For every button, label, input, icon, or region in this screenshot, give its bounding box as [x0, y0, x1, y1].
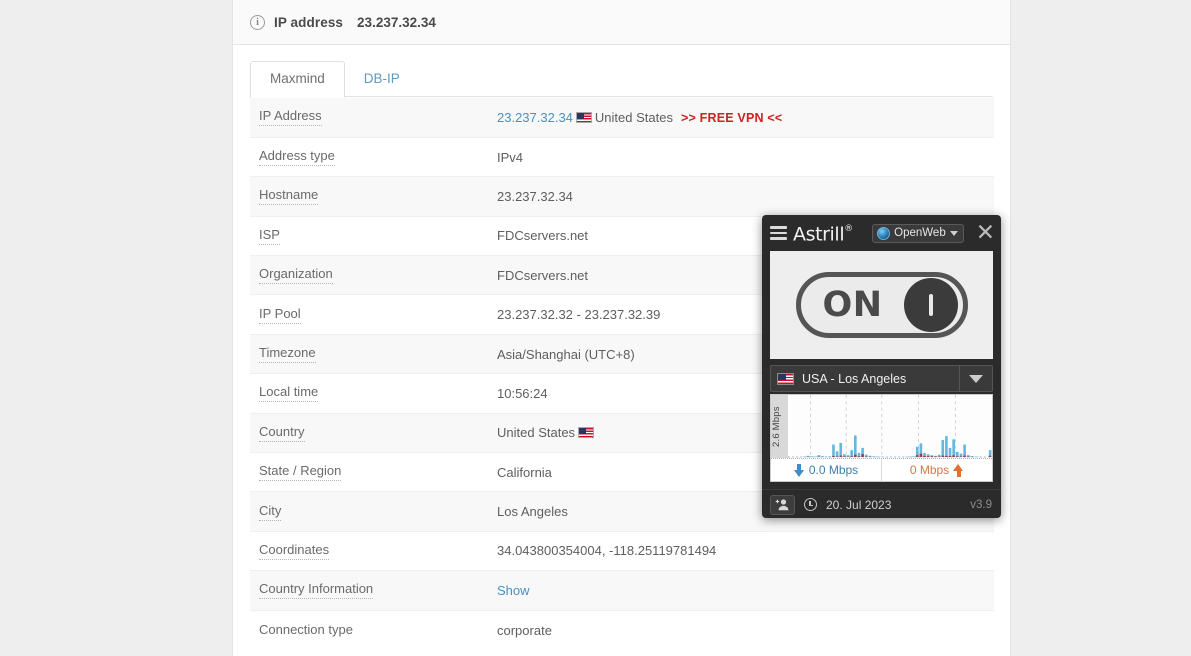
table-row: Address type IPv4	[250, 136, 994, 177]
label-city: City	[259, 503, 282, 521]
registered-mark: ®	[844, 223, 853, 234]
value-ip-country: United States	[594, 109, 673, 125]
row-label-cell: ISP	[250, 215, 488, 256]
us-flag-icon	[575, 111, 592, 123]
download-speed-cell: 0.0 Mbps	[771, 459, 881, 481]
table-row: Connection type corporate	[250, 609, 994, 650]
astrill-toggle-area: ON	[770, 251, 993, 359]
label-country: Country	[259, 424, 305, 442]
brand-text: Astrill	[793, 223, 845, 246]
chevron-down-icon	[969, 374, 983, 383]
label-local-time: Local time	[259, 384, 319, 403]
clock-icon	[804, 498, 817, 511]
throughput-graph: 2.6 Mbps 0.0 Mbps 0 Mbps	[770, 394, 993, 482]
close-icon[interactable]: ✕	[976, 222, 995, 245]
astrill-vpn-widget[interactable]: Astrill® OpenWeb ✕ ON USA - Los Angeles	[762, 215, 1001, 518]
row-value-cell: 23.237.32.34 United States >> FREE VPN <<	[488, 98, 994, 137]
label-organization: Organization	[259, 266, 333, 285]
value-country: United States	[497, 425, 576, 441]
tab-maxmind[interactable]: Maxmind	[250, 61, 345, 98]
us-flag-icon	[578, 427, 595, 439]
row-label-cell: IP Address	[250, 98, 488, 137]
label-timezone: Timezone	[259, 345, 316, 364]
row-label-cell: Timezone	[250, 333, 488, 374]
download-speed-label: 0.0 Mbps	[808, 463, 859, 477]
upload-speed-label: 0 Mbps	[909, 463, 950, 477]
tab-divider	[250, 96, 993, 97]
upload-arrow-icon	[953, 463, 964, 477]
vpn-toggle-label: ON	[822, 284, 883, 325]
label-address-type: Address type	[259, 148, 335, 167]
value-ip-address-link[interactable]: 23.237.32.34	[497, 110, 573, 125]
card-header: i IP address 23.237.32.34	[233, 0, 1010, 45]
download-arrow-icon	[793, 463, 805, 477]
graph-plot-row: 2.6 Mbps	[771, 395, 992, 458]
globe-icon	[877, 226, 891, 240]
graph-y-axis-label: 2.6 Mbps	[771, 395, 788, 458]
table-row: IP Address 23.237.32.34 United States >> F…	[250, 98, 994, 138]
row-label-cell: Organization	[250, 255, 488, 295]
label-ip-address: IP Address	[259, 108, 322, 127]
row-value-cell: Show	[488, 570, 994, 611]
page-root: i IP address 23.237.32.34 Maxmind DB-IP …	[0, 0, 1191, 656]
astrill-titlebar: Astrill® OpenWeb ✕	[762, 215, 1001, 251]
row-label-cell: Local time	[250, 373, 488, 414]
row-label-cell: IP Pool	[250, 294, 488, 335]
table-row: Country Information Show	[250, 570, 994, 611]
app-version-label: v3.9	[970, 498, 992, 511]
vpn-power-toggle[interactable]: ON	[795, 272, 968, 338]
table-row: Coordinates 34.043800354004, -118.251197…	[250, 530, 994, 571]
label-connection-type: Connection type	[259, 621, 353, 637]
page-title: IP address	[274, 14, 344, 30]
add-user-glyph	[775, 499, 789, 511]
table-row: Hostname 23.237.32.34	[250, 176, 994, 217]
value-hostname: 23.237.32.34	[488, 176, 994, 217]
astrill-brand-label: Astrill®	[793, 222, 853, 244]
server-name-label: USA - Los Angeles	[802, 371, 907, 386]
graph-canvas	[788, 395, 992, 458]
tab-bar: Maxmind DB-IP	[233, 45, 1010, 98]
free-vpn-promo-link[interactable]: >> FREE VPN <<	[681, 111, 782, 125]
add-user-icon[interactable]	[770, 494, 795, 515]
info-circle-icon: i	[250, 14, 265, 30]
label-ip-pool: IP Pool	[259, 306, 301, 324]
graph-speed-readout: 0.0 Mbps 0 Mbps	[771, 458, 992, 481]
chevron-down-icon	[949, 230, 958, 236]
connection-date-label: 20. Jul 2023	[826, 497, 892, 512]
graph-gridlines	[788, 395, 992, 458]
value-coordinates: 34.043800354004, -118.25119781494	[488, 530, 994, 571]
label-state-region: State / Region	[259, 463, 342, 482]
row-label-cell: Address type	[250, 136, 488, 177]
value-connection-type: corporate	[488, 609, 994, 650]
label-coordinates: Coordinates	[259, 542, 330, 560]
tab-db-ip[interactable]: DB-IP	[345, 62, 419, 97]
row-label-cell: Hostname	[250, 176, 488, 217]
hamburger-menu-icon[interactable]	[770, 226, 787, 240]
toggle-knob	[903, 278, 958, 332]
graph-series-download	[803, 435, 992, 457]
upload-speed-cell: 0 Mbps	[881, 459, 992, 481]
server-dropdown-button[interactable]	[959, 366, 992, 391]
row-label-cell: State / Region	[250, 452, 488, 492]
row-label-cell: Country Information	[250, 570, 488, 611]
label-country-information: Country Information	[259, 581, 374, 600]
row-label-cell: Coordinates	[250, 530, 488, 571]
row-label-cell: City	[250, 491, 488, 532]
label-hostname: Hostname	[259, 187, 319, 206]
protocol-label: OpenWeb	[894, 227, 946, 239]
protocol-selector-button[interactable]: OpenWeb	[872, 223, 964, 243]
astrill-statusbar: 20. Jul 2023 v3.9	[762, 489, 1001, 518]
row-label-cell: Country	[250, 412, 488, 453]
label-isp: ISP	[259, 227, 280, 245]
row-label-cell: Connection type	[250, 609, 488, 650]
us-flag-icon	[777, 372, 794, 385]
value-address-type: IPv4	[488, 136, 994, 177]
graph-svg	[788, 395, 992, 458]
server-selector[interactable]: USA - Los Angeles	[770, 365, 993, 392]
header-ip-value: 23.237.32.34	[357, 14, 436, 30]
country-information-show-link[interactable]: Show	[497, 583, 530, 598]
